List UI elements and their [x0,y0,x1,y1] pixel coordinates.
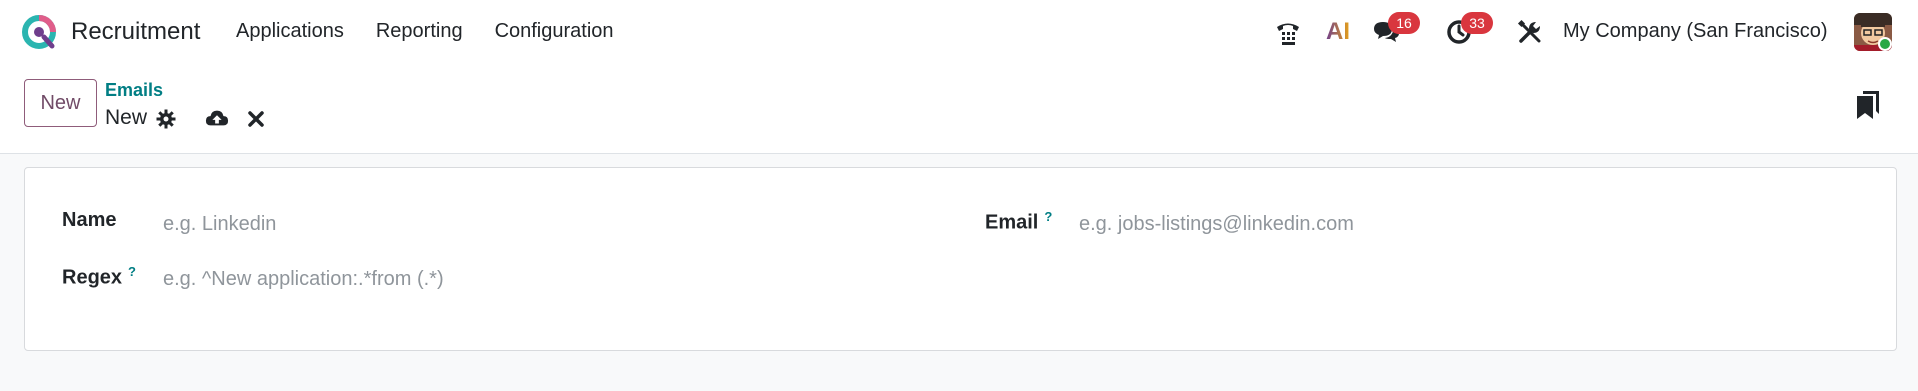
menu-reporting[interactable]: Reporting [376,20,463,43]
email-help-tooltip[interactable]: ? [1044,209,1052,224]
form-sheet: Name Email? Regex? [24,167,1897,351]
close-icon[interactable] [244,107,268,131]
company-switcher[interactable]: My Company (San Francisco) [1563,20,1828,43]
messages-icon[interactable]: 16 [1370,12,1420,48]
top-navbar: Recruitment Applications Reporting Confi… [0,0,1918,64]
new-button[interactable]: New [24,79,97,127]
online-status-dot [1878,37,1892,51]
email-input[interactable] [1079,210,1859,238]
regex-help-tooltip[interactable]: ? [128,264,136,279]
name-input[interactable] [163,210,943,238]
name-label: Name [62,209,117,231]
breadcrumb-emails[interactable]: Emails [105,80,163,101]
activities-badge: 33 [1461,12,1493,34]
breadcrumb-current: New [105,106,148,129]
messages-badge: 16 [1388,12,1420,34]
activities-clock-icon[interactable]: 33 [1443,12,1493,48]
cloud-upload-icon[interactable] [205,106,229,130]
menu-configuration[interactable]: Configuration [495,20,614,43]
menu-applications[interactable]: Applications [236,20,344,43]
tools-icon[interactable] [1514,16,1546,48]
ai-icon[interactable]: AI [1322,16,1354,48]
bookmark-icon[interactable] [1855,90,1881,120]
main-menu: Applications Reporting Configuration [236,20,614,43]
email-label: Email? [985,209,1053,234]
app-title[interactable]: Recruitment [71,18,200,46]
phone-icon[interactable] [1272,16,1304,48]
regex-input[interactable] [163,265,943,293]
control-panel: New Emails New [0,64,1918,154]
gear-icon[interactable] [154,107,178,131]
odoo-q-logo-icon[interactable] [22,15,56,49]
regex-label: Regex? [62,264,136,289]
